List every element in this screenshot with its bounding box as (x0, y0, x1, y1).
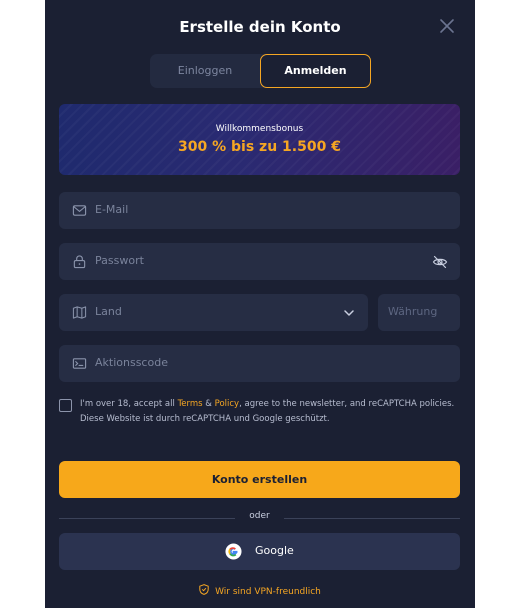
recaptcha-note: Diese Website ist durch reCAPTCHA und Go… (80, 414, 330, 424)
email-field[interactable]: E-Mail (59, 192, 460, 229)
tab-login[interactable]: Einloggen (150, 54, 260, 88)
promo-code-field[interactable]: Aktionsscode (59, 345, 460, 382)
password-placeholder: Passwort (95, 254, 144, 267)
bonus-label: Willkommensbonus (215, 124, 304, 134)
policy-link[interactable]: Policy (215, 399, 239, 409)
password-field[interactable]: Passwort (59, 243, 460, 280)
country-placeholder: Land (95, 305, 122, 318)
chevron-down-icon (344, 310, 354, 316)
google-signin-button[interactable]: Google (59, 533, 460, 570)
create-account-button[interactable]: Konto erstellen (59, 461, 460, 498)
close-icon (440, 19, 454, 33)
consent-text-after: , agree to the newsletter, and reCAPTCHA… (239, 399, 455, 409)
eye-off-icon[interactable] (432, 254, 448, 270)
welcome-bonus-banner: Willkommensbonus 300 % bis zu 1.500 € (59, 104, 460, 175)
consent-amp: & (202, 399, 215, 409)
vpn-friendly-note: Wir sind VPN-freundlich (45, 584, 475, 597)
close-button[interactable] (437, 16, 457, 36)
terms-link[interactable]: Terms (178, 399, 203, 409)
consent-text-before: I'm over 18, accept all (80, 399, 178, 409)
google-label: Google (255, 544, 294, 557)
promo-code-icon (72, 358, 87, 369)
mail-icon (72, 205, 87, 216)
vpn-label: Wir sind VPN-freundlich (215, 587, 321, 597)
map-icon (72, 306, 87, 319)
email-placeholder: E-Mail (95, 203, 129, 216)
signup-modal: Erstelle dein Konto Einloggen Anmelden W… (45, 0, 475, 608)
google-icon (225, 543, 242, 560)
bonus-amount: 300 % bis zu 1.500 € (178, 139, 341, 155)
modal-title: Erstelle dein Konto (179, 18, 341, 36)
country-select[interactable]: Land (59, 294, 368, 331)
shield-icon (199, 584, 209, 595)
divider-label: oder (249, 511, 270, 521)
promo-code-placeholder: Aktionsscode (95, 356, 168, 369)
consent-checkbox[interactable] (59, 399, 72, 412)
currency-placeholder: Währung (388, 305, 438, 318)
lock-icon (73, 255, 86, 269)
auth-tabs: Einloggen Anmelden (150, 54, 371, 88)
currency-select[interactable]: Währung (378, 294, 460, 331)
consent-text: I'm over 18, accept all Terms & Policy, … (80, 397, 460, 427)
or-divider: oder (59, 511, 460, 525)
tab-signup[interactable]: Anmelden (260, 54, 371, 88)
